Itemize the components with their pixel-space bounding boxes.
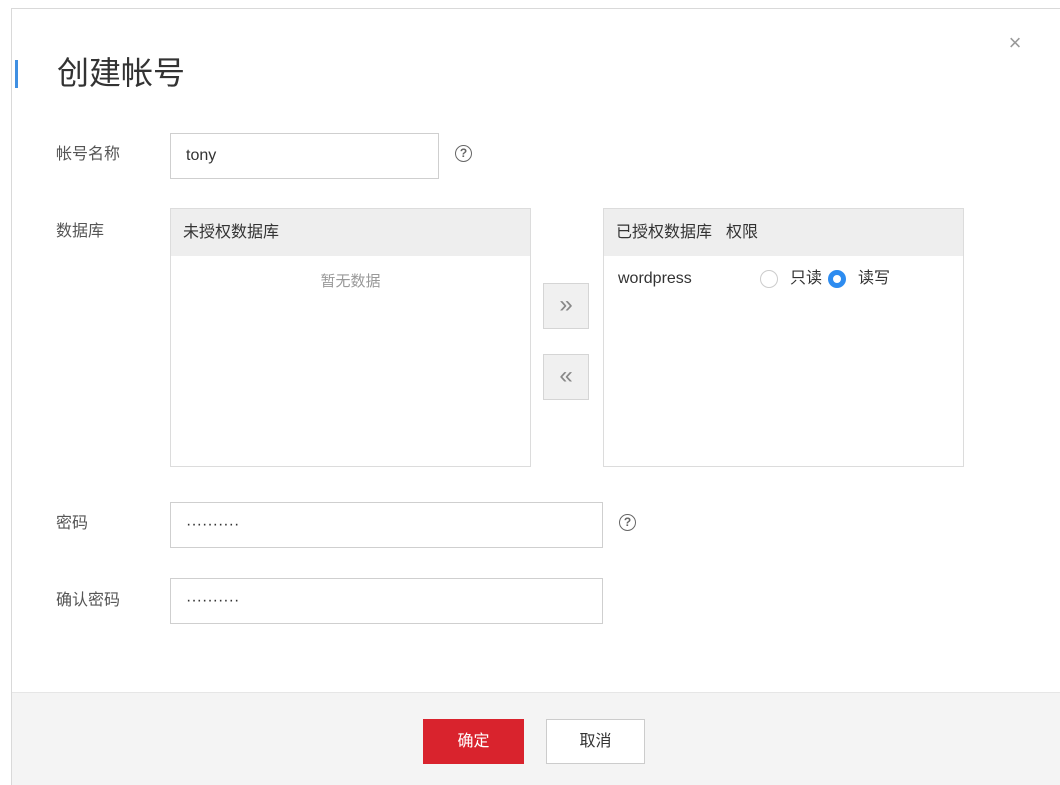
account-name-help-icon[interactable]: ? bbox=[455, 145, 472, 162]
password-label: 密码 bbox=[56, 515, 89, 532]
confirm-button[interactable]: 确定 bbox=[423, 719, 524, 764]
readonly-radio[interactable] bbox=[760, 270, 778, 288]
move-left-button[interactable]: « bbox=[543, 354, 589, 400]
password-input[interactable]: ·········· bbox=[170, 502, 603, 548]
title-accent-bar bbox=[15, 60, 18, 88]
authorized-db-header: 已授权数据库 权限 bbox=[604, 209, 963, 256]
close-icon[interactable]: × bbox=[1005, 32, 1025, 54]
cancel-button[interactable]: 取消 bbox=[546, 719, 645, 764]
unauthorized-db-panel: 未授权数据库 暂无数据 bbox=[170, 208, 531, 467]
account-name-value: tony bbox=[186, 147, 217, 164]
move-right-button[interactable]: » bbox=[543, 283, 589, 329]
dialog-footer: 确定 取消 bbox=[12, 692, 1060, 785]
double-chevron-right-icon: » bbox=[559, 291, 573, 318]
double-chevron-left-icon: « bbox=[559, 362, 573, 389]
confirm-password-label: 确认密码 bbox=[56, 592, 121, 609]
authorized-db-panel: 已授权数据库 权限 wordpress 只读 读写 bbox=[603, 208, 964, 467]
empty-state-text: 暂无数据 bbox=[320, 273, 381, 290]
database-label: 数据库 bbox=[56, 223, 105, 240]
dialog-title: 创建帐号 bbox=[57, 55, 186, 91]
readwrite-radio[interactable] bbox=[828, 270, 847, 288]
create-account-dialog: 创建帐号 × 帐号名称 tony ? 数据库 未授权数据库 暂无数据 » « 已… bbox=[11, 8, 1060, 785]
db-name: wordpress bbox=[618, 270, 692, 287]
readonly-label: 只读 bbox=[790, 270, 823, 287]
account-name-label: 帐号名称 bbox=[56, 146, 121, 163]
readwrite-label: 读写 bbox=[858, 270, 891, 287]
confirm-password-input[interactable]: ·········· bbox=[170, 578, 603, 624]
unauthorized-db-header: 未授权数据库 bbox=[171, 209, 530, 256]
account-name-input[interactable]: tony bbox=[170, 133, 439, 179]
password-value: ·········· bbox=[186, 516, 240, 533]
password-help-icon[interactable]: ? bbox=[619, 514, 636, 531]
authorized-db-header-label: 已授权数据库 bbox=[616, 224, 713, 241]
confirm-password-value: ·········· bbox=[186, 592, 240, 609]
permission-header-label: 权限 bbox=[726, 224, 759, 241]
authorized-db-row: wordpress 只读 读写 bbox=[618, 268, 958, 290]
